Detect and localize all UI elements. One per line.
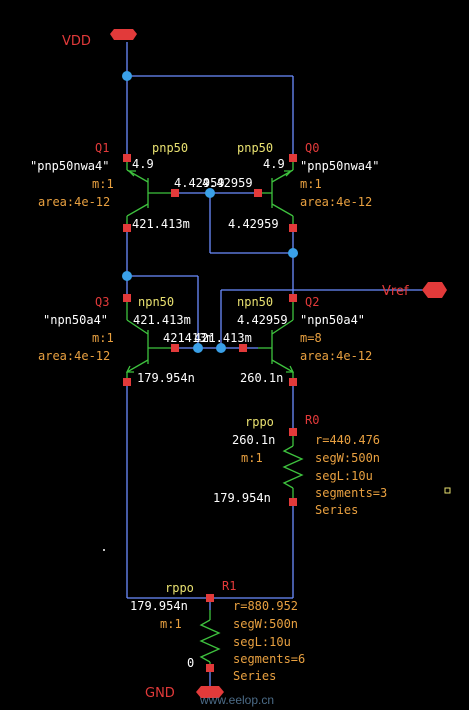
- r0-r-label: r=440.476: [315, 433, 380, 447]
- r0-segl-label: segL:10u: [315, 469, 373, 483]
- q2-symbol[interactable]: [258, 298, 295, 382]
- r0-segw-label: segW:500n: [315, 451, 380, 465]
- q3-emit-value: 179.954n: [137, 371, 195, 385]
- junction-vdd[interactable]: [122, 71, 132, 81]
- r0-top-value: 260.1n: [232, 433, 275, 447]
- q3-emit-pin[interactable]: [123, 378, 131, 386]
- r0-bot-value: 179.954n: [213, 491, 271, 505]
- q3-coll-pin[interactable]: [123, 294, 131, 302]
- r1-segw-label: segW:500n: [233, 617, 298, 631]
- r1-cell-label: rppo: [165, 581, 194, 595]
- r0-symbol[interactable]: [282, 432, 304, 502]
- junction-q0-coll[interactable]: [288, 248, 298, 258]
- stray-marker: [444, 487, 451, 494]
- r1-bot-pin[interactable]: [206, 664, 214, 672]
- q1-m-label: m:1: [92, 177, 114, 191]
- q1-model-label: "pnp50nwa4": [30, 159, 109, 173]
- q2-m-label: m=8: [300, 331, 322, 345]
- r0-bot-pin[interactable]: [289, 498, 297, 506]
- r0-top-pin[interactable]: [289, 428, 297, 436]
- q3-area-label: area:4e-12: [38, 349, 110, 363]
- q1-emit-pin[interactable]: [123, 154, 131, 162]
- q1-labels: Q1 pnp50 "pnp50nwa4" 4.9 m:1 area:4e-12 …: [30, 141, 190, 231]
- vref-label: Vref: [382, 284, 409, 299]
- gnd-label: GND: [145, 686, 175, 701]
- q1-cell-label: pnp50: [152, 141, 188, 155]
- q2-emit-value: 260.1n: [240, 371, 283, 385]
- q2-model-label: "npn50a4": [300, 313, 365, 327]
- q0-model-label: "pnp50nwa4": [300, 159, 379, 173]
- vdd-pin[interactable]: VDD: [62, 29, 137, 49]
- q1-coll-value: 421.413m: [132, 217, 190, 231]
- r0-inst-label: R0: [305, 413, 319, 427]
- junction-q1-coll[interactable]: [122, 271, 132, 281]
- q3-coll-value: 421.413m: [133, 313, 191, 327]
- q0-vb-label: 4.9: [263, 157, 285, 171]
- r1-top-pin[interactable]: [206, 594, 214, 602]
- q1-vb-label: 4.9: [132, 157, 154, 171]
- q2-emit-pin[interactable]: [289, 378, 297, 386]
- r1-labels: rppo R1 179.954n r=880.952 m:1 segW:500n…: [130, 579, 305, 683]
- q0-coll-pin[interactable]: [289, 224, 297, 232]
- q3-model-label: "npn50a4": [43, 313, 108, 327]
- r1-conn-label: Series: [233, 669, 276, 683]
- q2-base-pin[interactable]: [239, 344, 247, 352]
- q1-coll-pin[interactable]: [123, 224, 131, 232]
- vdd-label: VDD: [62, 34, 91, 49]
- q2-inst-label: Q2: [305, 295, 319, 309]
- r1-inst-label: R1: [222, 579, 236, 593]
- r0-segments-label: segments=3: [315, 486, 387, 500]
- q3-inst-label: Q3: [95, 295, 109, 309]
- stray-dot: [103, 549, 105, 551]
- q2-cell-label: npn50: [237, 295, 273, 309]
- q0-inst-label: Q0: [305, 141, 319, 155]
- q2-area-label: area:4e-12: [300, 349, 372, 363]
- pnp-base-value-overlap: 4.42959: [202, 176, 253, 190]
- q1-base-pin[interactable]: [171, 189, 179, 197]
- q3-cell-label: npn50: [138, 295, 174, 309]
- q0-cell-label: pnp50: [237, 141, 273, 155]
- npn-base-value-right: 421.413m: [194, 331, 252, 345]
- q2-coll-pin[interactable]: [289, 294, 297, 302]
- watermark: www.eelop.cn: [199, 693, 274, 707]
- q1-inst-label: Q1: [95, 141, 109, 155]
- q0-area-label: area:4e-12: [300, 195, 372, 209]
- q0-m-label: m:1: [300, 177, 322, 191]
- r0-cell-label: rppo: [245, 415, 274, 429]
- r0-m-label: m:1: [241, 451, 263, 465]
- q0-base-pin[interactable]: [254, 189, 262, 197]
- q3-m-label: m:1: [92, 331, 114, 345]
- q0-coll-value: 4.42959: [228, 217, 279, 231]
- schematic-canvas: VDD Vref GND Q1 pnp50 "pnp50nwa4" 4.9 m:…: [30, 29, 451, 707]
- q3-base-pin[interactable]: [171, 344, 179, 352]
- q2-labels: Q2 npn50 "npn50a4" 4.42959 m=8 area:4e-1…: [237, 295, 372, 385]
- q1-area-label: area:4e-12: [38, 195, 110, 209]
- q2-coll-value: 4.42959: [237, 313, 288, 327]
- r0-conn-label: Series: [315, 503, 358, 517]
- device-symbols: [125, 158, 304, 668]
- r0-labels: rppo R0 260.1n r=440.476 m:1 segW:500n s…: [213, 413, 387, 517]
- r1-segl-label: segL:10u: [233, 635, 291, 649]
- r1-symbol[interactable]: [199, 610, 221, 668]
- r1-top-value: 179.954n: [130, 599, 188, 613]
- r1-bot-value: 0: [187, 656, 194, 670]
- q0-emit-pin[interactable]: [289, 154, 297, 162]
- r1-segments-label: segments=6: [233, 652, 305, 666]
- r1-r-label: r=880.952: [233, 599, 298, 613]
- r1-m-label: m:1: [160, 617, 182, 631]
